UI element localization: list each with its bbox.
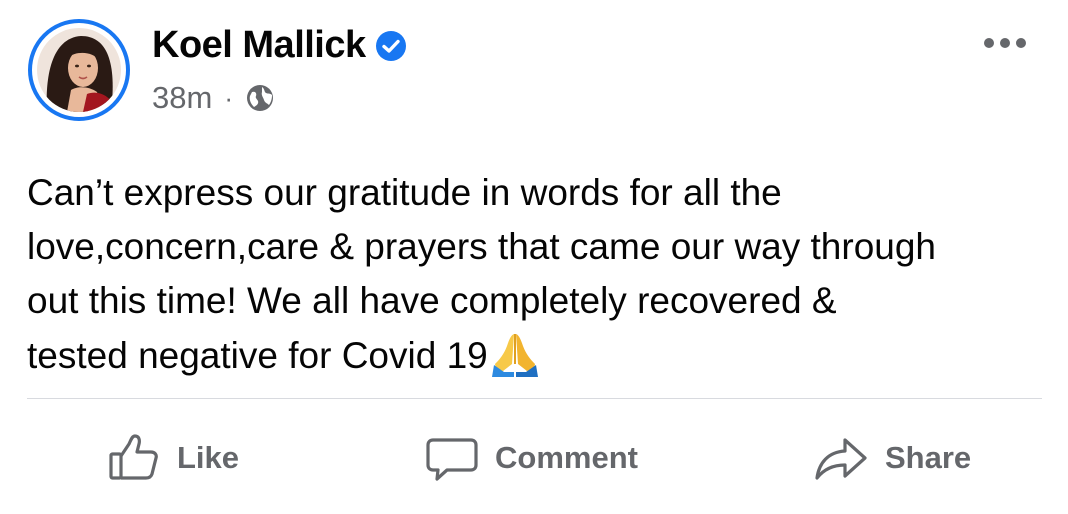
thumbs-up-icon [109,434,158,480]
share-button[interactable]: Share [813,420,971,496]
author-name[interactable]: Koel Mallick [152,22,366,68]
more-options-button[interactable] [980,28,1030,58]
post-actions: Like Comment Share [0,420,1068,496]
verified-badge-icon [374,28,408,62]
comment-label: Comment [495,440,638,475]
facebook-post: Koel Mallick 38m · Can’t express our gra… [0,0,1068,514]
post-meta: 38m · [152,78,275,118]
share-label: Share [885,440,972,475]
like-label: Like [177,440,240,475]
share-icon [815,438,867,480]
profile-photo [37,28,121,112]
avatar[interactable] [28,19,130,121]
post-time[interactable]: 38m [152,78,212,118]
folded-hands-icon [490,328,540,378]
like-button[interactable]: Like [105,420,239,496]
divider [27,398,1042,399]
comment-icon [426,438,478,481]
more-options-icon [984,38,1026,48]
post-text: Can’t express our gratitude in words for… [27,172,937,376]
author-name-row: Koel Mallick [152,22,408,68]
post-body: Can’t express our gratitude in words for… [27,166,1052,383]
globe-icon[interactable] [245,83,275,113]
comment-button[interactable]: Comment [425,420,638,496]
meta-separator: · [224,83,233,113]
